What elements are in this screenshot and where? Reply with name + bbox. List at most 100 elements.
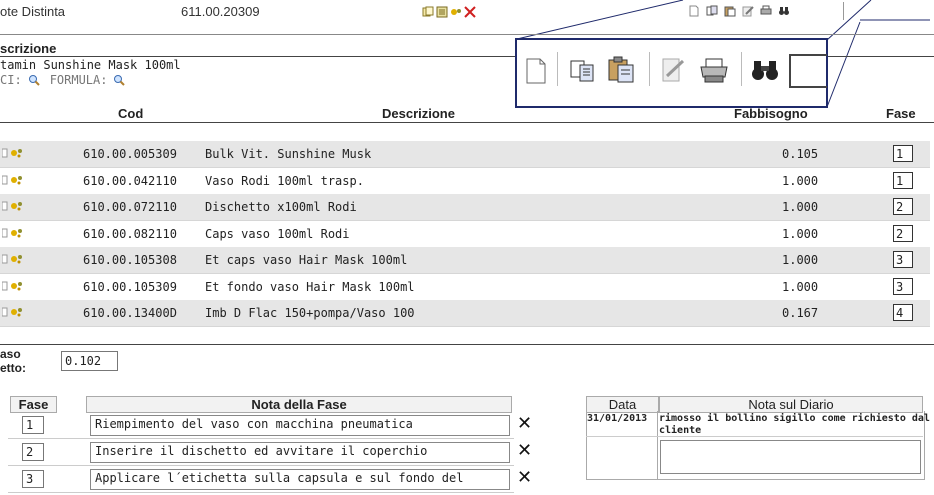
distinta-code: 611.00.20309 — [181, 4, 260, 19]
tools-icon[interactable] — [10, 200, 24, 212]
phase-divider — [8, 492, 514, 493]
zoomed-toolbar — [515, 38, 828, 108]
paste-icon[interactable] — [724, 5, 736, 17]
header-actions — [422, 6, 476, 18]
row-descrizione: Vaso Rodi 100ml trasp. — [205, 173, 364, 188]
row-fabbisogno: 1.000 — [782, 253, 819, 267]
row-actions — [2, 200, 24, 212]
tools-icon[interactable] — [10, 147, 24, 159]
tools-icon[interactable] — [450, 6, 462, 18]
phase-note-textarea[interactable]: Applicare l´etichetta sulla capsula e su… — [90, 469, 510, 490]
doc-icon[interactable] — [2, 227, 8, 239]
search-binoculars-icon[interactable] — [778, 5, 790, 17]
search-icon[interactable] — [28, 74, 40, 86]
delete-icon[interactable] — [464, 6, 476, 18]
print-icon[interactable] — [760, 5, 772, 17]
row-actions — [2, 174, 24, 186]
formula-label: FORMULA: — [49, 73, 108, 87]
edit-icon[interactable] — [661, 56, 687, 84]
tools-icon[interactable] — [10, 174, 24, 186]
edit-icon[interactable] — [742, 5, 754, 17]
mini-search-field[interactable] — [843, 2, 932, 20]
diary-divider — [586, 436, 923, 437]
table-row: 610.00.005309 Bulk Vit. Sunshine Musk 0.10… — [0, 141, 930, 168]
list-icon[interactable] — [436, 6, 448, 18]
close-icon[interactable]: ✕ — [517, 415, 532, 433]
row-fase-input[interactable]: 2 — [893, 198, 913, 215]
diary-entry-text-line1: rimosso il bollino sigillo come richiest… — [659, 413, 930, 424]
col-header-fase: Fase — [886, 106, 916, 121]
row-fabbisogno: 0.105 — [782, 147, 819, 161]
row-cod: 610.00.105309 — [83, 279, 177, 294]
doc-icon[interactable] — [2, 200, 8, 212]
table-row: 610.00.105308 Et caps vaso Hair Mask 100m… — [0, 247, 930, 274]
col-header-descrizione: Descrizione — [382, 106, 455, 121]
peso-netto-input[interactable]: 0.102 — [61, 351, 118, 371]
tools-icon[interactable] — [10, 253, 24, 265]
row-fase-input[interactable]: 1 — [893, 145, 913, 162]
row-fase-input[interactable]: 1 — [893, 171, 913, 189]
phase-number-input[interactable]: 1 — [22, 416, 44, 434]
tools-icon[interactable] — [10, 280, 24, 292]
tools-icon[interactable] — [10, 306, 24, 318]
row-descrizione: Dischetto x100ml Rodi — [205, 200, 357, 214]
copy-icon[interactable] — [422, 6, 434, 18]
doc-icon[interactable] — [2, 280, 8, 292]
row-actions — [2, 227, 24, 239]
diary-entry-text: rimosso il bollino sigillo come richiest… — [659, 413, 930, 437]
phase-divider — [8, 465, 514, 466]
peso-label-line2: etto: — [0, 361, 26, 375]
close-icon[interactable]: ✕ — [517, 469, 532, 487]
close-icon[interactable]: ✕ — [517, 442, 532, 460]
search-field[interactable] — [789, 54, 827, 88]
row-descrizione: Imb D Flac 150+pompa/Vaso 100 — [205, 306, 415, 320]
new-doc-icon[interactable] — [525, 58, 547, 84]
row-actions — [2, 253, 24, 265]
row-fabbisogno: 1.000 — [782, 226, 819, 241]
diary-entry-date: 31/01/2013 — [587, 413, 648, 424]
doc-icon[interactable] — [2, 147, 8, 159]
table-row: 610.00.082110 Caps vaso 100ml Rodi 1.000 2 — [0, 221, 930, 248]
ci-formula-line: CI: FORMULA: — [0, 73, 126, 87]
row-cod: 610.00.072110 — [83, 200, 177, 214]
row-fase-input[interactable]: 3 — [893, 251, 913, 268]
doc-icon[interactable] — [2, 253, 8, 265]
doc-icon[interactable] — [2, 306, 8, 318]
search-binoculars-icon[interactable] — [751, 58, 779, 82]
row-descrizione: Et caps vaso Hair Mask 100ml — [205, 253, 408, 267]
row-actions — [2, 306, 24, 318]
row-descrizione: Caps vaso 100ml Rodi — [205, 226, 350, 241]
row-fase-input[interactable]: 4 — [893, 304, 913, 321]
tools-icon[interactable] — [10, 227, 24, 239]
phase-col-header-nota: Nota della Fase — [86, 396, 512, 413]
diary-col-divider — [657, 411, 658, 479]
description-heading: scrizione — [0, 41, 57, 56]
phase-note-textarea[interactable]: Riempimento del vaso con macchina pneuma… — [90, 415, 510, 436]
row-fase-input[interactable]: 2 — [893, 224, 913, 242]
copy-icon[interactable] — [706, 5, 718, 17]
row-actions — [2, 147, 24, 159]
phase-number-input[interactable]: 3 — [22, 470, 44, 488]
row-descrizione: Et fondo vaso Hair Mask 100ml — [205, 279, 415, 294]
phase-divider — [8, 438, 514, 439]
row-descrizione: Bulk Vit. Sunshine Musk — [205, 147, 372, 161]
table-row: 610.00.13400D Imb D Flac 150+pompa/Vaso 1… — [0, 300, 930, 327]
doc-icon[interactable] — [2, 174, 8, 186]
diary-new-note-textarea[interactable] — [660, 440, 921, 474]
phase-number-input[interactable]: 2 — [22, 443, 44, 461]
new-doc-icon[interactable] — [688, 5, 700, 17]
row-fabbisogno: 1.000 — [782, 173, 819, 188]
row-fase-input[interactable]: 3 — [893, 277, 913, 295]
copy-icon[interactable] — [569, 58, 597, 84]
phase-note-textarea[interactable]: Inserire il dischetto ed avvitare il cop… — [90, 442, 510, 463]
peso-label-line1: aso — [0, 347, 21, 361]
search-icon[interactable] — [113, 74, 126, 86]
phase-col-header-fase: Fase — [10, 396, 57, 413]
col-header-cod: Cod — [118, 106, 144, 121]
col-header-fabbisogno: Fabbisogno — [734, 106, 808, 121]
row-cod: 610.00.13400D — [83, 306, 177, 320]
row-cod: 610.00.042110 — [83, 173, 177, 188]
paste-icon[interactable] — [607, 56, 637, 84]
table-row: 610.00.105309 Et fondo vaso Hair Mask 100… — [0, 274, 930, 301]
print-icon[interactable] — [699, 58, 729, 84]
